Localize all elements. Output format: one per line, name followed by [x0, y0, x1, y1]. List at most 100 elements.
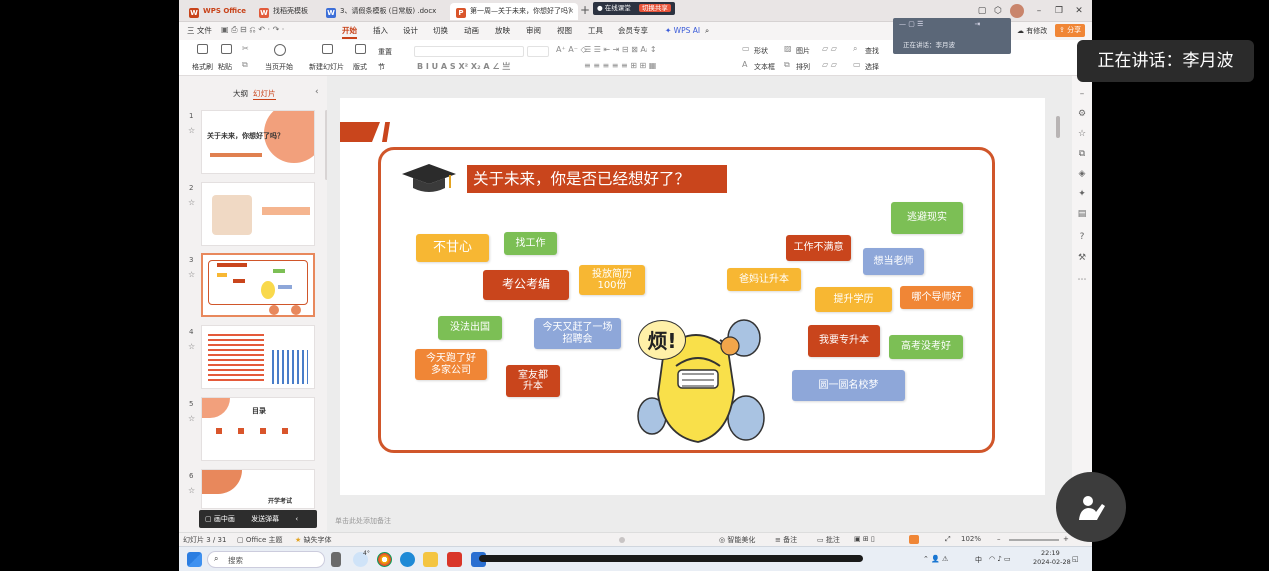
layout-icon[interactable]: ▢ [975, 4, 989, 18]
copy-icon[interactable]: ⧉ [242, 60, 248, 70]
image-label[interactable]: 图片 [796, 46, 810, 56]
arrange-icon[interactable]: ⧉ [784, 60, 790, 70]
collapse-pane-icon[interactable]: ‹ [315, 87, 319, 97]
shape-icon[interactable]: ▭ [742, 44, 750, 53]
tag-job-fair[interactable]: 今天又赶了一场 招聘会 [534, 318, 621, 349]
menu-transition[interactable]: 切换 [433, 25, 448, 37]
star-icon[interactable]: ☆ [188, 342, 195, 351]
more-tools-icons[interactable]: ▱ ▱ [822, 60, 837, 69]
tag-parents[interactable]: 爸妈让升本 [727, 268, 801, 291]
slide-thumbnail-4[interactable] [201, 325, 315, 389]
comments-button[interactable]: ▭ 批注 [817, 535, 840, 545]
tag-dream-school[interactable]: 圆一圆名校梦 [792, 370, 905, 401]
tab-outline[interactable]: 大纲 [233, 88, 248, 99]
theme-indicator[interactable]: ▢ Office 主题 [237, 535, 283, 545]
library-icon[interactable]: ▤ [1076, 208, 1088, 220]
menu-view[interactable]: 视图 [557, 25, 572, 37]
tab-template[interactable]: W 找稻壳模板 [253, 3, 317, 20]
format-painter-icon[interactable] [197, 44, 208, 54]
app-logo[interactable]: W WPS Office [183, 3, 249, 20]
task-view-icon[interactable] [331, 552, 341, 567]
menu-tools[interactable]: 工具 [588, 25, 603, 37]
align-icons[interactable]: ≡ ≡ ≡ ≡ ≡ ⊞ ⊞ ▦ [584, 61, 656, 70]
help-icon[interactable]: ? [1076, 231, 1088, 243]
search-icon[interactable]: ⌕ [705, 25, 709, 37]
mini-window-controls[interactable]: — ▢ ☰ ⇥ [899, 20, 980, 28]
missing-font-indicator[interactable]: ★ 缺失字体 [295, 535, 332, 545]
zoom-level[interactable]: 102% [961, 535, 981, 543]
slide-thumbnail-6[interactable]: 开学考试 [201, 469, 315, 509]
slide-title[interactable]: 关于未来，你是否已经想好了？ [467, 165, 727, 193]
tag-which-mentor[interactable]: 哪个导师好 [900, 286, 973, 309]
shape-label[interactable]: 形状 [754, 46, 768, 56]
slide-thumbnail-2[interactable] [201, 182, 315, 246]
notification-icon[interactable]: ◱ [1072, 555, 1079, 563]
fit-icon[interactable]: ⤢ [945, 535, 951, 544]
page-dot[interactable] [619, 537, 625, 543]
new-slide-icon[interactable] [322, 44, 333, 54]
play-icon[interactable] [274, 44, 286, 56]
online-class-bar[interactable]: ● 在线课堂 切换共享 [593, 2, 675, 15]
tray-icons[interactable]: ⌃ 👤 ⚠ [923, 555, 948, 563]
close-window-icon[interactable]: ✕ [1072, 4, 1086, 18]
has-changes-button[interactable]: ☁ 有修改 [1017, 25, 1047, 37]
section-label[interactable]: 节 [378, 62, 385, 72]
slide-thumbnail-1[interactable]: 关于未来，你想好了吗？ [201, 110, 315, 174]
layout-label[interactable]: 版式 [353, 62, 367, 72]
layout-icon[interactable] [355, 44, 366, 54]
textbox-icon[interactable]: A [742, 60, 747, 69]
layers-icon[interactable]: ⧉ [1076, 148, 1088, 160]
restore-icon[interactable]: ❐ [1052, 4, 1066, 18]
slide-thumbnail-5[interactable]: 目录 [201, 397, 315, 461]
add-slide-icon[interactable] [291, 305, 301, 315]
menu-design[interactable]: 设计 [403, 25, 418, 37]
font-grow-icon[interactable]: A⁺ A⁻ ◇ [556, 45, 587, 54]
avatar[interactable] [1010, 4, 1024, 18]
chrome-icon[interactable] [377, 552, 392, 567]
play-slideshow-icon[interactable] [909, 535, 919, 544]
star-icon[interactable]: ☆ [188, 270, 195, 279]
menu-file[interactable]: 三 文件 [187, 25, 212, 37]
smart-beautify-button[interactable]: ◎ 智能美化 [719, 535, 755, 545]
list-icons[interactable]: ☰ ☰ ⇤ ⇥ ⊟ ⊠ Aᵢ ↕ [584, 45, 657, 54]
thumb-action-icon[interactable] [269, 305, 279, 315]
share-button[interactable]: ⇪ 分享 [1055, 24, 1086, 37]
find-label[interactable]: 查找 [865, 46, 879, 56]
menu-home[interactable]: 开始 [342, 25, 357, 39]
animation-icon[interactable]: ✦ [1076, 188, 1088, 200]
tab-docx[interactable]: W 3、请假条模板 (日常版) .docx [320, 3, 448, 20]
cube-icon[interactable]: ⬡ [991, 4, 1005, 18]
menu-animation[interactable]: 动画 [464, 25, 479, 37]
font-name-select[interactable] [414, 46, 524, 57]
zoom-out-icon[interactable]: – [997, 535, 1001, 543]
minimize-icon[interactable]: – [1032, 4, 1046, 18]
notes-placeholder[interactable]: 单击此处添加备注 [335, 516, 391, 526]
star-icon[interactable]: ☆ [188, 198, 195, 207]
paste-label[interactable]: 粘贴 [218, 62, 232, 72]
chevron-left-icon[interactable]: ‹ [295, 515, 298, 523]
menu-insert[interactable]: 插入 [373, 25, 388, 37]
arrange-label[interactable]: 排列 [796, 62, 810, 72]
tab-pptx[interactable]: P 第一周—关于未来，你想好了吗？ × [450, 3, 578, 20]
send-danmaku-button[interactable]: 发送弹幕 [251, 515, 279, 523]
tag-resumes[interactable]: 投放简历 100份 [579, 265, 645, 295]
reset-label[interactable]: 重置 [378, 47, 392, 57]
new-tab-icon[interactable]: + [580, 3, 590, 17]
wps-taskbar-icon[interactable] [447, 552, 462, 567]
quick-access-icons[interactable]: ▣ ⎙ ⊟ ⎌ ↶ · ↷ · [221, 25, 284, 35]
select-icon[interactable]: ▭ [853, 60, 861, 69]
slide-thumbnail-3[interactable] [201, 253, 315, 317]
star-icon[interactable]: ☆ [188, 126, 195, 135]
tools-icon[interactable]: ⚒ [1076, 252, 1088, 264]
new-slide-label[interactable]: 新建幻灯片 [309, 62, 344, 72]
settings-sliders-icon[interactable]: ⚙ [1076, 108, 1088, 120]
edge-icon[interactable] [400, 552, 415, 567]
menu-member[interactable]: 会员专享 [618, 25, 648, 37]
tag-gaokao[interactable]: 高考没考好 [889, 335, 963, 359]
format-painter-label[interactable]: 格式刷 [192, 62, 213, 72]
share-switch-badge[interactable]: 切换共享 [638, 4, 671, 12]
menu-review[interactable]: 审阅 [526, 25, 541, 37]
tag-want-teacher[interactable]: 想当老师 [863, 248, 924, 275]
tag-escape-reality[interactable]: 逃避现实 [891, 202, 963, 234]
pip-button[interactable]: ▢ 画中画 [205, 515, 235, 523]
